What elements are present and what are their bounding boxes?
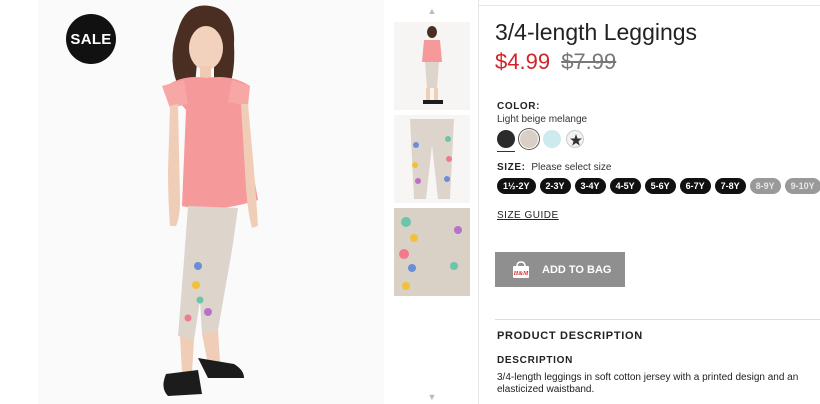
add-to-bag-button[interactable]: H&M ADD TO BAG — [495, 252, 625, 287]
description-text: 3/4-length leggings in soft cotton jerse… — [497, 372, 799, 395]
thumbnail-1[interactable] — [394, 22, 470, 110]
thumbnail-3[interactable] — [394, 208, 470, 296]
sale-badge: SALE — [66, 14, 116, 64]
star-pattern-icon — [570, 134, 582, 146]
color-label: COLOR: — [497, 101, 541, 112]
color-swatches — [497, 130, 584, 148]
size-hint: Please select size — [531, 162, 612, 173]
sale-price: $4.99 — [495, 49, 551, 74]
thumbnail-strip: ▲ ▼ — [392, 0, 472, 404]
bag-logo-text: H&M — [513, 271, 529, 277]
size-option-unavailable: 8-9Y — [749, 178, 781, 194]
size-option[interactable]: 6-7Y — [679, 178, 711, 194]
thumbnail-scroll-down-icon[interactable]: ▼ — [392, 390, 472, 404]
swatch-dark-grey[interactable] — [497, 130, 515, 148]
product-description-title: PRODUCT DESCRIPTION — [497, 330, 643, 342]
original-price: $7.99 — [561, 49, 617, 74]
size-option-unavailable: 9-10Y — [784, 178, 820, 194]
size-option[interactable]: 2-3Y — [539, 178, 571, 194]
size-option[interactable]: 3-4Y — [574, 178, 606, 194]
size-option[interactable]: 1½-2Y — [497, 178, 536, 194]
shopping-bag-icon: H&M — [512, 260, 530, 279]
add-to-bag-label: ADD TO BAG — [542, 263, 612, 276]
thumbnail-girl-icon — [394, 22, 470, 110]
size-option[interactable]: 7-8Y — [714, 178, 746, 194]
size-row: SIZE: Please select size — [497, 162, 611, 173]
page-gutter — [0, 0, 38, 404]
swatch-underline — [497, 151, 515, 152]
swatch-light-turquoise[interactable] — [543, 130, 561, 148]
swatch-light-beige-melange[interactable] — [520, 130, 538, 148]
main-product-image[interactable]: SALE — [38, 0, 384, 404]
thumbnail-scroll-up-icon[interactable]: ▲ — [392, 4, 472, 18]
selected-color-name: Light beige melange — [497, 114, 588, 125]
size-guide-link[interactable]: SIZE GUIDE — [497, 210, 559, 221]
section-divider — [495, 319, 820, 320]
size-options: 1½-2Y 2-3Y 3-4Y 4-5Y 5-6Y 6-7Y 7-8Y 8-9Y… — [497, 178, 820, 194]
thumbnail-2[interactable] — [394, 115, 470, 203]
product-title: 3/4-length Leggings — [495, 19, 698, 45]
description-heading: DESCRIPTION — [497, 355, 574, 366]
thumbnail-fabric-detail-icon — [394, 208, 470, 296]
size-option[interactable]: 5-6Y — [644, 178, 676, 194]
swatch-white-patterned[interactable] — [566, 130, 584, 148]
thumbnail-leggings-icon — [394, 115, 470, 203]
product-info-panel: 3/4-length Leggings $4.99 $7.99 COLOR: L… — [495, 0, 820, 404]
divider — [478, 0, 479, 404]
price-row: $4.99 $7.99 — [495, 49, 616, 75]
size-option[interactable]: 4-5Y — [609, 178, 641, 194]
size-label: SIZE: — [497, 162, 526, 173]
